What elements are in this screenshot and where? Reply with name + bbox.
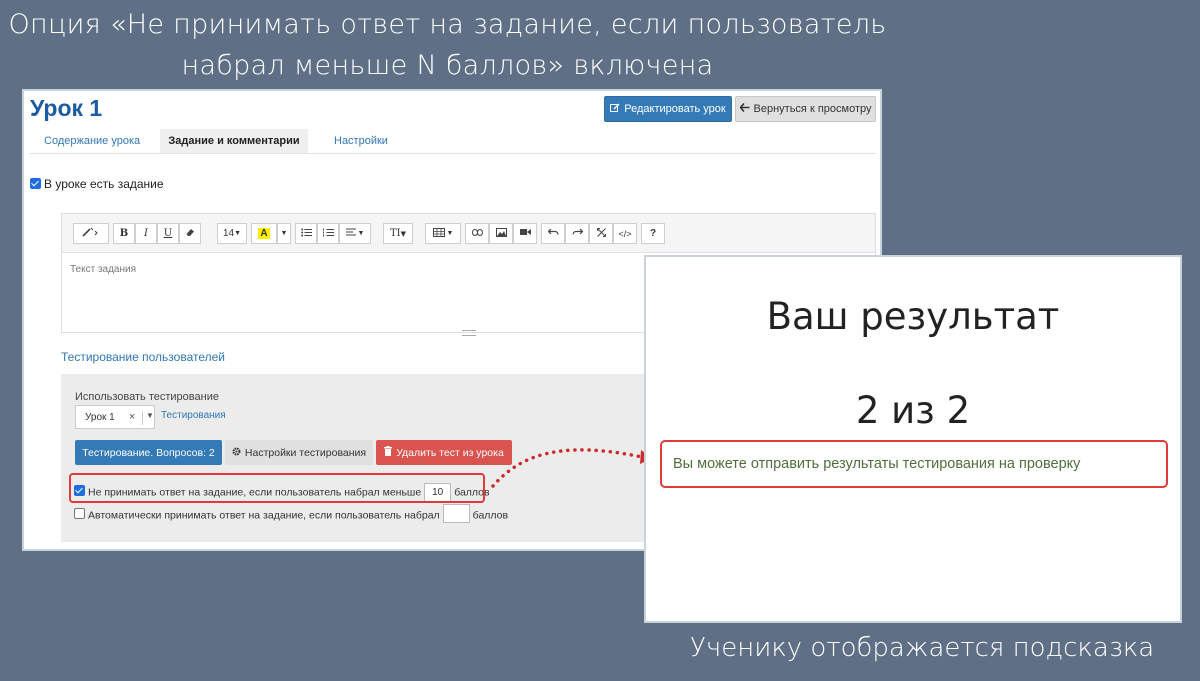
result-panel: Ваш результат 2 из 2 Вы можете отправить… <box>644 255 1182 623</box>
submit-for-review-hint[interactable]: Вы можете отправить результаты тестирова… <box>673 456 1080 472</box>
result-title: Ваш результат <box>766 295 1060 338</box>
result-score: 2 из 2 <box>855 389 971 432</box>
hint-highlight-frame: Вы можете отправить результаты тестирова… <box>660 440 1168 488</box>
dotted-connector-line <box>491 448 644 488</box>
